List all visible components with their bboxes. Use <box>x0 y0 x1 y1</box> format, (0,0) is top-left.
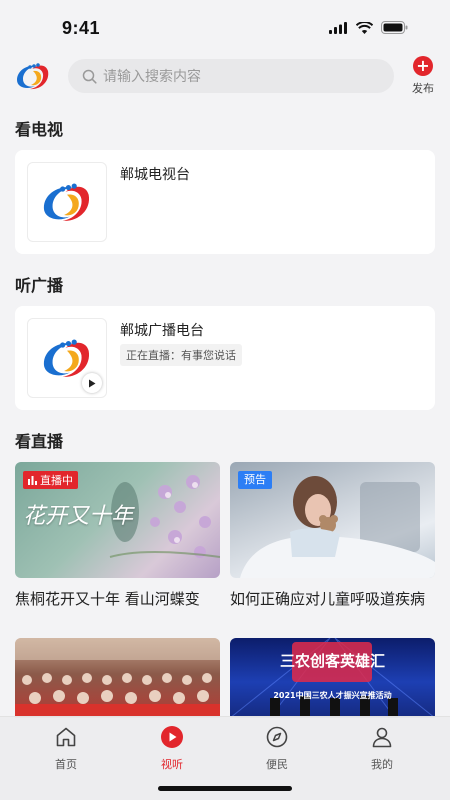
signal-icon <box>329 21 347 34</box>
tab-home[interactable]: 首页 <box>36 725 96 772</box>
audience-thumbnail-art <box>15 638 220 718</box>
tab-label: 我的 <box>371 758 393 771</box>
tab-label: 首页 <box>55 758 77 771</box>
section-title-radio: 听广播 <box>15 276 64 295</box>
live-item-thumbnail[interactable]: 花开又十年 直播中 <box>15 462 220 578</box>
tv-station-card[interactable]: 郸城电视台 <box>15 150 435 254</box>
stage-thumbnail-title: 三农创客英雄汇 <box>279 652 385 670</box>
live-bars-icon <box>28 475 37 485</box>
live-item-thumbnail[interactable]: 预告 <box>230 462 435 578</box>
battery-icon <box>381 21 408 34</box>
live-badge-label: 直播中 <box>40 474 73 487</box>
plus-icon: + <box>413 56 433 76</box>
radio-station-logo <box>27 318 107 398</box>
publish-button[interactable]: + 发布 <box>409 56 437 96</box>
radio-station-name: 郸城广播电台 <box>120 323 204 339</box>
publish-label: 发布 <box>412 82 434 95</box>
station-logo-icon <box>43 183 90 221</box>
status-time: 9:41 <box>62 18 101 38</box>
section-title-tv: 看电视 <box>15 120 64 139</box>
live-item-thumbnail[interactable]: 三农创客英雄汇 2021中国三农人才振兴宣推活动 <box>230 638 435 718</box>
tv-station-logo <box>27 162 107 242</box>
search-placeholder: 请输入搜索内容 <box>103 69 201 85</box>
search-bar[interactable]: 请输入搜索内容 <box>68 59 394 93</box>
tab-label: 视听 <box>161 758 183 771</box>
play-icon[interactable] <box>82 373 102 393</box>
stage-thumbnail-subtitle: 2021中国三农人才振兴宣推活动 <box>273 691 392 700</box>
home-indicator <box>158 786 292 791</box>
section-title-live: 看直播 <box>15 432 64 451</box>
home-icon <box>56 727 76 747</box>
radio-station-card[interactable]: 郸城广播电台 正在直播：有事您说话 <box>15 306 435 410</box>
live-item-caption[interactable]: 如何正确应对儿童呼吸道疾病 <box>230 588 425 609</box>
compass-icon <box>266 726 288 748</box>
app-logo-icon <box>17 63 49 90</box>
tab-media[interactable]: 视听 <box>142 725 202 772</box>
tv-station-name: 郸城电视台 <box>120 167 190 183</box>
preview-badge: 预告 <box>238 471 272 489</box>
live-item-thumbnail[interactable] <box>15 638 220 718</box>
tab-label: 便民 <box>266 758 288 771</box>
live-badge: 直播中 <box>23 471 78 489</box>
play-circle-icon <box>161 726 183 748</box>
now-playing-tag: 正在直播：有事您说话 <box>120 344 242 366</box>
app-logo[interactable] <box>14 58 52 94</box>
live-item-caption[interactable]: 焦桐花开又十年 看山河蝶变 <box>15 588 200 609</box>
tab-profile[interactable]: 我的 <box>352 725 412 772</box>
search-icon <box>82 69 97 84</box>
user-icon <box>372 727 392 748</box>
status-icons <box>329 21 408 34</box>
wifi-icon <box>356 21 373 34</box>
live-thumbnail-title: 花开又十年 <box>23 504 134 529</box>
tab-services[interactable]: 便民 <box>247 725 307 772</box>
header: 请输入搜索内容 + 发布 <box>0 52 450 100</box>
status-bar: 9:41 <box>0 0 450 52</box>
